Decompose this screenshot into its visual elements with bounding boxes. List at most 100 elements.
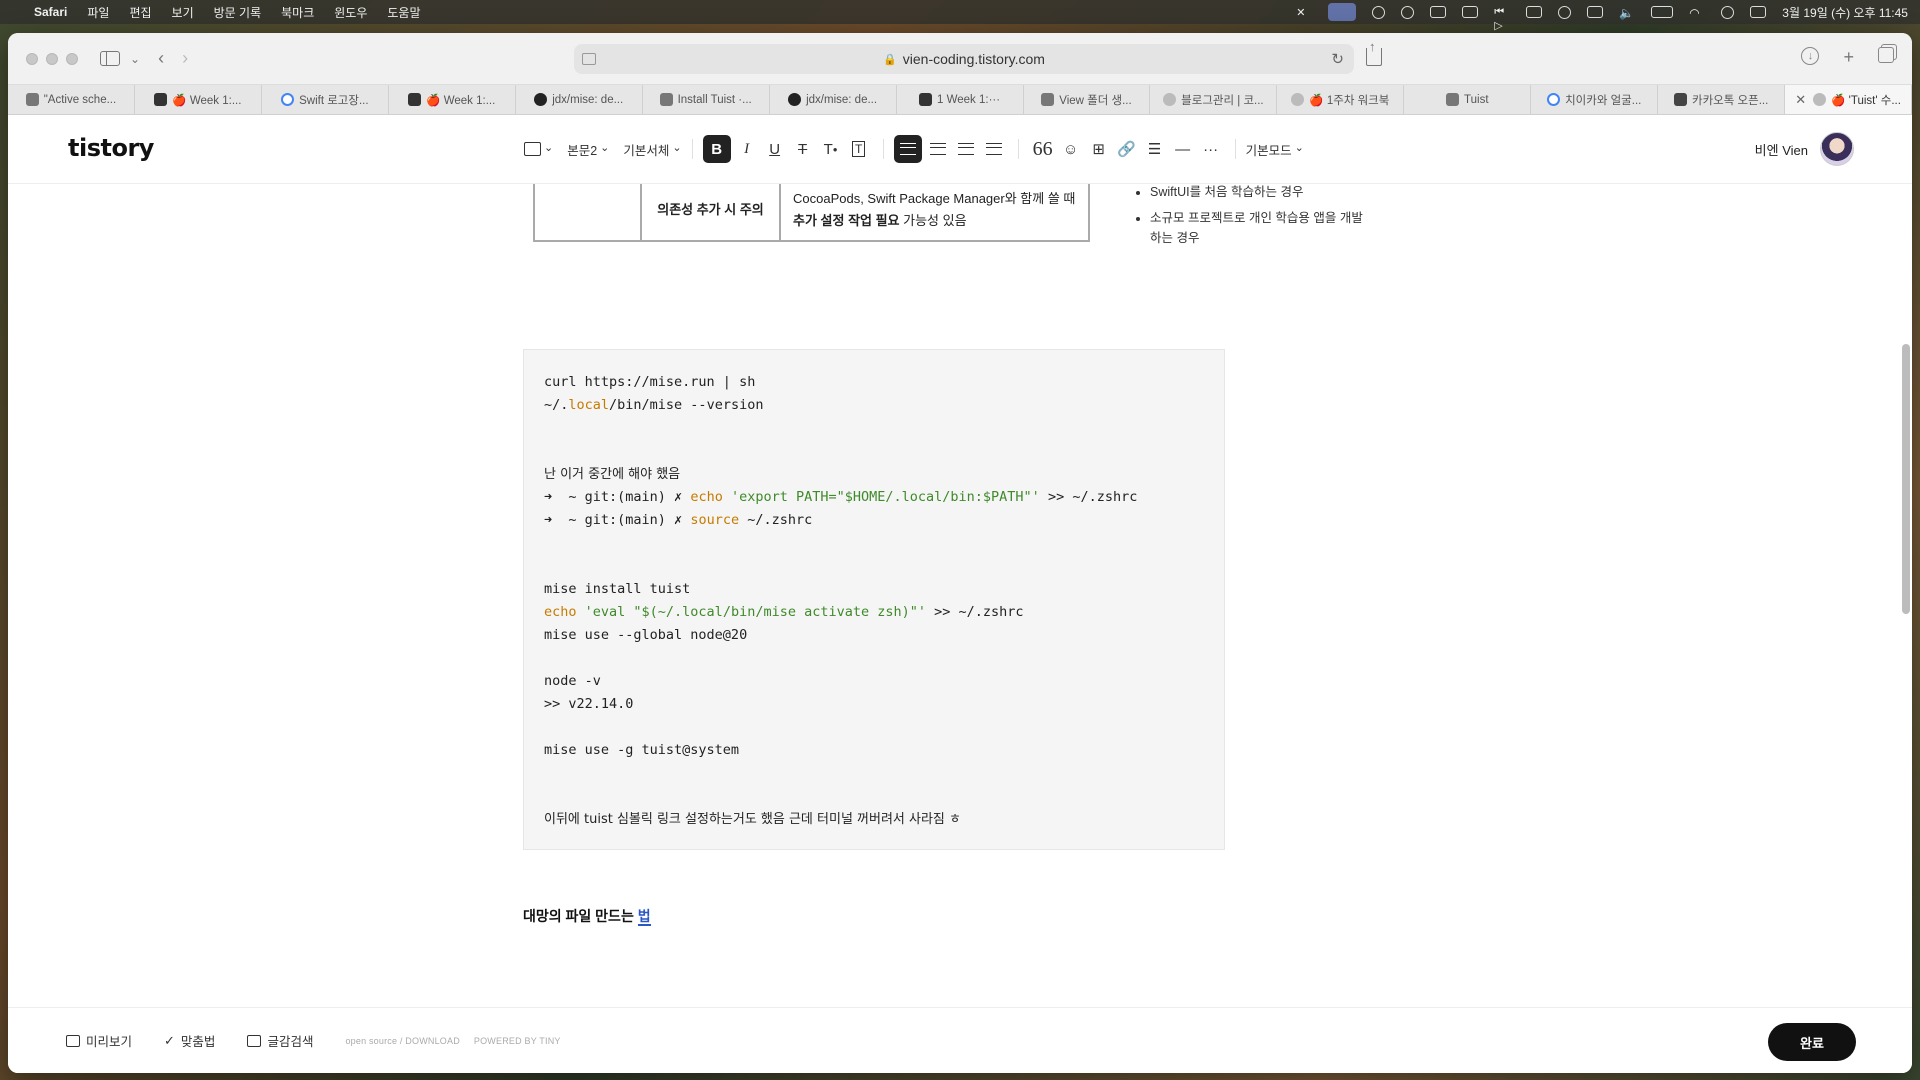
menu-clock[interactable]: 3월 19일 (수) 오후 11:45 [1782,4,1908,21]
strikethrough-button[interactable]: T [789,135,817,163]
menu-edit[interactable]: 편집 [129,4,151,21]
menu-help[interactable]: 도움말 [387,4,420,21]
browser-tab[interactable]: Install Tuist ·... [643,85,770,114]
user-name[interactable]: 비엔 Vien [1755,140,1808,159]
editor-content[interactable]: 의존성 추가 시 주의 CocoaPods, Swift Package Man… [8,184,1912,1006]
insert-image-button[interactable] [524,135,553,163]
address-bar[interactable]: 🔒 vien-coding.tistory.com ↻ [574,44,1354,74]
menu-file[interactable]: 파일 [87,4,109,21]
menu-window[interactable]: 윈도우 [334,4,367,21]
table-cell[interactable]: 의존성 추가 시 주의 [640,184,781,243]
preview-button[interactable]: 미리보기 [66,1031,132,1050]
link-button[interactable]: 🔗 [1113,135,1141,163]
browser-tab[interactable]: View 폴더 생... [1024,85,1151,114]
browser-tab[interactable]: jdx/mise: de... [516,85,643,114]
tab-label: jdx/mise: de... [806,93,878,106]
status-icon[interactable] [1462,6,1479,18]
spotlight-icon[interactable] [1721,5,1735,19]
avatar[interactable] [1820,132,1854,166]
new-tab-icon[interactable]: + [1843,47,1854,68]
reload-icon[interactable]: ↻ [1331,50,1344,68]
volume-icon[interactable]: 🔈 [1619,6,1635,20]
browser-tab[interactable]: 1 Week 1:··· [897,85,1024,114]
tab-overview-icon[interactable] [1878,47,1894,63]
close-window-button[interactable] [26,52,38,65]
screen-record-icon[interactable] [1328,3,1357,21]
editor-toolbar: 본문2 기본서체 B I U T T● T 66 ☺ ⊞ 🔗 ☰ — ··· 기… [524,132,1304,166]
browser-tab[interactable]: jdx/mise: de... [770,85,897,114]
status-icon[interactable] [1558,5,1572,19]
wifi-icon[interactable]: ◠ [1689,6,1705,20]
downloads-icon[interactable]: ↓ [1801,47,1820,65]
spellcheck-button[interactable]: ✓ 맞춤법 [164,1031,215,1050]
table-cell[interactable] [533,184,642,243]
align-justify-button[interactable] [980,135,1008,163]
powered-by-tiny[interactable]: POWERED BY TINY [474,1036,561,1046]
text-background-button[interactable]: T [845,135,873,163]
tistory-logo[interactable]: tistory [68,134,154,162]
sidebar-toggle-icon[interactable] [100,51,120,66]
battery-icon[interactable] [1651,6,1674,18]
subheading-text: 대망의 파일 만드는 [523,908,638,924]
status-icon[interactable]: ✕ [1296,6,1312,19]
status-icon[interactable] [1372,5,1386,19]
control-center-icon[interactable] [1750,6,1767,18]
align-right-button[interactable] [952,135,980,163]
menu-view[interactable]: 보기 [172,4,194,21]
status-icon[interactable] [1401,5,1415,19]
browser-tab[interactable]: ✕ 🍎 'Tuist' 수... [1785,85,1912,114]
list-button[interactable]: ☰ [1141,135,1169,163]
emoji-button[interactable]: ☺ [1057,135,1085,163]
bold-button[interactable]: B [702,135,731,163]
media-controls-icon[interactable]: ⏮ ▷ ⏭ [1494,6,1510,44]
table-button[interactable]: ⊞ [1085,135,1113,163]
editor-mode-dropdown[interactable]: 기본모드 [1246,135,1304,163]
code-block[interactable]: curl https://mise.run | sh ~/.local/bin/m… [523,349,1225,850]
list-item[interactable]: SwiftUI를 처음 학습하는 경우 [1150,184,1370,203]
material-search-button[interactable]: 글감검색 [247,1031,313,1050]
chevron-down-icon[interactable]: ⌄ [130,52,140,66]
share-icon[interactable] [1366,39,1382,66]
display-icon[interactable] [1587,6,1604,18]
paragraph-style-dropdown[interactable]: 본문2 [567,135,609,163]
divider-line-button[interactable]: — [1169,135,1197,163]
browser-tab[interactable]: 블로그관리 | 코... [1150,85,1278,114]
underline-button[interactable]: U [761,135,789,163]
quote-button[interactable]: 66 [1029,135,1057,163]
zoom-window-button[interactable] [66,52,78,65]
subheading[interactable]: 대망의 파일 만드는 법 [523,906,651,926]
open-source-link[interactable]: open source / DOWNLOAD [345,1036,459,1046]
browser-tab[interactable]: 🍎 1주차 워크북 [1277,85,1405,114]
user-menu[interactable]: 비엔 Vien [1755,132,1854,166]
status-icon[interactable] [1526,6,1543,18]
align-center-button[interactable] [924,135,952,163]
scrollbar[interactable] [1902,344,1910,614]
close-tab-icon[interactable]: ✕ [1795,92,1806,108]
font-family-dropdown[interactable]: 기본서체 [623,135,681,163]
align-left-button[interactable] [893,135,922,163]
browser-tab[interactable]: 🍎 Week 1:... [135,85,262,114]
browser-tab[interactable]: 카카오톡 오픈... [1658,85,1786,114]
more-options-button[interactable]: ··· [1197,135,1225,163]
forward-icon[interactable]: › [182,48,188,69]
github-icon [788,93,802,106]
browser-tab[interactable]: 치이카와 얼굴... [1531,85,1659,114]
status-icon[interactable] [1430,6,1447,18]
menu-bookmarks[interactable]: 북마크 [281,4,314,21]
text-color-button[interactable]: T ● [817,135,845,163]
menu-history[interactable]: 방문 기록 [214,4,262,21]
browser-tab[interactable]: Swift 로고장... [262,85,389,114]
menu-app-name[interactable]: Safari [34,5,67,19]
page-settings-icon[interactable] [582,53,596,65]
minimize-window-button[interactable] [46,52,58,65]
browser-tab[interactable]: Tuist [1404,85,1532,114]
browser-tab[interactable]: "Active sche... [8,85,135,114]
back-icon[interactable]: ‹ [158,48,164,69]
table-cell[interactable]: CocoaPods, Swift Package Manager와 함께 쓸 때… [779,184,1090,243]
list-item[interactable]: 소규모 프로젝트로 개인 학습용 앱을 개발하는 경우 [1150,208,1370,249]
align-right-icon [957,143,974,155]
italic-button[interactable]: I [733,135,761,163]
browser-tab[interactable]: 🍎 Week 1:... [389,85,516,114]
done-button[interactable]: 완료 [1768,1023,1856,1061]
toolbar-divider [1017,139,1019,159]
